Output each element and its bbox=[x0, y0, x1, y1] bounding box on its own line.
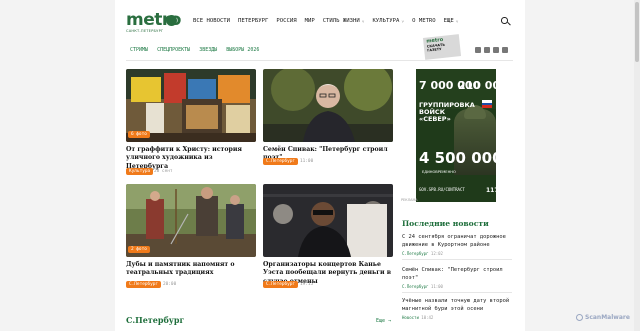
category-tag[interactable]: С.Петербург bbox=[126, 281, 162, 288]
card-time: 20:00 bbox=[163, 282, 177, 287]
ad-group-text: ГРУППИРОВКА ВОЙСК «СЕВЕР» bbox=[419, 101, 475, 123]
card-image[interactable] bbox=[263, 69, 393, 142]
latest-item-text[interactable]: Семён Спивак: "Петербург строил поэт" bbox=[402, 266, 512, 283]
nav-item-lifestyle[interactable]: СТИЛЬ ЖИЗНИ ˅ bbox=[323, 18, 365, 24]
event-photo bbox=[263, 184, 393, 257]
category-tag[interactable]: С.Петербург bbox=[263, 158, 299, 165]
subnav-streams[interactable]: СТРИМЫ bbox=[130, 47, 148, 53]
latest-item-meta: Новости 10:42 bbox=[402, 314, 434, 320]
search-icon[interactable] bbox=[501, 17, 510, 26]
ad-once: ЕДИНОВРЕМЕННО bbox=[422, 170, 456, 174]
list-item[interactable]: Семён Спивак: "Петербург строил поэт" С.… bbox=[402, 266, 512, 293]
nav-item-all-news[interactable]: ВСЕ НОВОСТИ bbox=[193, 18, 230, 24]
promo-text: СКАЧАТЬ ГАЗЕТУ bbox=[426, 42, 446, 53]
card-image[interactable] bbox=[263, 184, 393, 257]
news-card[interactable]: 2 фото Дубы и памятник напомнят о театра… bbox=[126, 184, 256, 294]
dzen-icon[interactable] bbox=[502, 47, 508, 53]
card-title[interactable]: Дубы и памятник напомнят о театральных т… bbox=[126, 261, 256, 278]
latest-item-text[interactable]: С 24 сентября ограничат дорожное движени… bbox=[402, 233, 512, 250]
chevron-down-icon: ˅ bbox=[455, 18, 459, 24]
latest-item-meta: С.Петербург 12:02 bbox=[402, 250, 443, 256]
nav-item-culture[interactable]: КУЛЬТУРА ˅ bbox=[372, 18, 404, 24]
nav-item-world[interactable]: МИР bbox=[305, 18, 315, 24]
subnav-stars[interactable]: ЗВЕЗДЫ bbox=[199, 47, 217, 53]
latest-news-heading: Последние новости bbox=[402, 219, 489, 228]
news-card[interactable]: Организаторы концертов Канье Уэста пообе… bbox=[263, 184, 393, 294]
metro-logo[interactable]: metro САНКТ-ПЕТЕРБУРГ bbox=[126, 12, 181, 34]
ad-url: GOV.SPB.RU/CONTRACT bbox=[419, 187, 465, 192]
ad-label: РЕКЛАМА bbox=[401, 198, 418, 202]
list-item[interactable]: С 24 сентября ограничат дорожное движени… bbox=[402, 233, 512, 260]
portrait-photo bbox=[263, 69, 393, 142]
news-card[interactable]: 6 фото От граффити к Христу: история ули… bbox=[126, 69, 256, 179]
globe-icon bbox=[166, 15, 177, 26]
ad-amount-2: 210 000 bbox=[458, 79, 496, 92]
download-newspaper-promo[interactable]: metro СКАЧАТЬ ГАЗЕТУ bbox=[422, 34, 462, 60]
card-time: 20 сент bbox=[154, 169, 173, 174]
nav-item-more[interactable]: ЕЩЕ ˅ bbox=[444, 18, 459, 24]
card-image[interactable]: 2 фото bbox=[126, 184, 256, 257]
card-time: 19:15 bbox=[300, 282, 314, 287]
header-divider bbox=[126, 60, 513, 61]
category-tag[interactable]: С.Петербург bbox=[263, 281, 299, 288]
watermark: ScanMalware bbox=[576, 311, 632, 323]
telegram-icon[interactable] bbox=[484, 47, 490, 53]
nav-item-about[interactable]: О METRO bbox=[412, 18, 436, 24]
ok-icon[interactable] bbox=[493, 47, 499, 53]
item-divider bbox=[402, 258, 512, 260]
chevron-down-icon: ˅ bbox=[401, 18, 405, 24]
card-image[interactable]: 6 фото bbox=[126, 69, 256, 142]
vk-icon[interactable] bbox=[475, 47, 481, 53]
latest-item-text[interactable]: Учёные назвали точную дату второй магнит… bbox=[402, 297, 512, 314]
ad-banner[interactable]: 7 000 000 210 000 ГРУППИРОВКА ВОЙСК «СЕВ… bbox=[416, 69, 496, 202]
latest-item-meta: С.Петербург 11:00 bbox=[402, 283, 443, 289]
chevron-down-icon: ˅ bbox=[361, 18, 365, 24]
main-nav: ВСЕ НОВОСТИ ПЕТЕРБУРГ РОССИЯ МИР СТИЛЬ Ж… bbox=[193, 18, 458, 24]
sub-nav: СТРИМЫ СПЕЦПРОЕКТЫ ЗВЕЗДЫ ВЫБОРЫ 2026 bbox=[130, 47, 259, 53]
scrollbar-thumb[interactable] bbox=[635, 2, 639, 62]
category-tag[interactable]: Культура bbox=[126, 168, 154, 175]
subnav-special[interactable]: СПЕЦПРОЕКТЫ bbox=[157, 47, 190, 53]
ad-sum: 4 500 000 bbox=[419, 149, 496, 167]
scan-icon bbox=[576, 313, 583, 321]
section-title[interactable]: С.Петербург bbox=[126, 315, 184, 325]
list-item[interactable]: Учёные назвали точную дату второй магнит… bbox=[402, 297, 512, 320]
subnav-elections[interactable]: ВЫБОРЫ 2026 bbox=[226, 47, 259, 53]
photo-count-badge: 6 фото bbox=[128, 131, 150, 138]
scrollbar[interactable] bbox=[634, 0, 640, 331]
item-divider bbox=[402, 291, 512, 293]
photo-count-badge: 2 фото bbox=[128, 246, 150, 253]
social-links bbox=[475, 47, 508, 53]
news-card[interactable]: Семён Спивак: "Петербург строил поэт" С.… bbox=[263, 69, 393, 179]
nav-item-petersburg[interactable]: ПЕТЕРБУРГ bbox=[238, 18, 268, 24]
more-link[interactable]: Еще → bbox=[376, 318, 391, 324]
russian-flag-icon bbox=[482, 100, 492, 109]
card-time: 11:00 bbox=[300, 159, 314, 164]
ad-number: 117 bbox=[486, 187, 496, 194]
nav-item-russia[interactable]: РОССИЯ bbox=[276, 18, 296, 24]
